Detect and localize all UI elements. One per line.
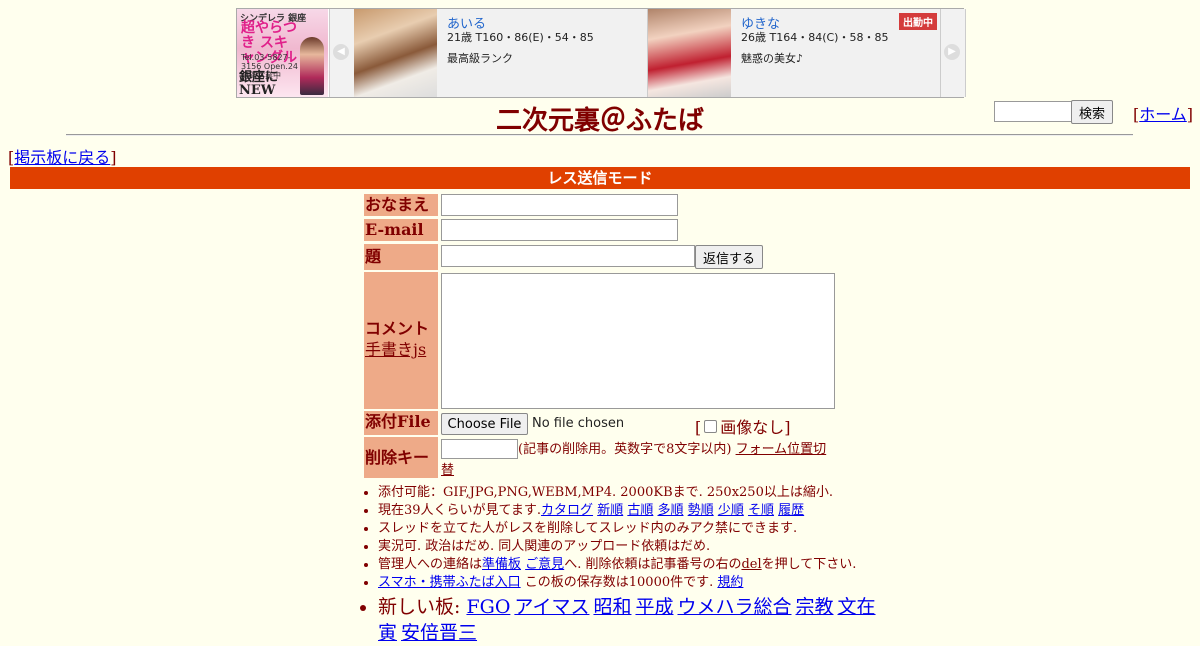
note-item: 実況可. 政治はだめ. 同人関連のアップロード依頼はだめ. [378, 538, 898, 556]
note-contact-prefix: 管理人への連絡は [378, 557, 483, 572]
back-to-board-link[interactable]: 掲示板に戻る [14, 148, 110, 167]
form-position-link-wrap: 替 [441, 459, 454, 478]
girl-comment: 最高級ランク [447, 52, 513, 65]
board-link-heisei[interactable]: 平成 [635, 596, 673, 618]
header-divider [66, 134, 1133, 136]
mode-bar: レス送信モード [10, 167, 1190, 189]
sort-many-link[interactable]: 多順 [658, 503, 684, 518]
ad-next-button[interactable]: ▶ [940, 9, 966, 97]
girl-photo [354, 9, 437, 97]
note-item: スレッドを立てた人がレスを削除してスレッド内のみアク禁にできます. [378, 520, 898, 538]
ad-shop-line4: 銀座に NEW OPEN [239, 70, 279, 97]
note-item-new-boards: 新しい板: FGOアイマス昭和平成ウメハラ総合宗教文在寅安倍晋三 [378, 594, 898, 646]
name-label: おなまえ [364, 194, 438, 216]
board-link-imas[interactable]: アイマス [514, 596, 589, 618]
comment-textarea[interactable] [441, 273, 835, 409]
search-input[interactable] [994, 101, 1073, 122]
no-image-checkbox[interactable] [704, 420, 718, 433]
email-input[interactable] [441, 219, 678, 241]
note-item: 管理人への連絡は準備板 ご意見へ. 削除依頼は記事番号の右のdelを押して下さい… [378, 556, 898, 574]
comment-label-text: コメント [365, 319, 430, 338]
board-link-abe[interactable]: 安倍晋三 [401, 622, 477, 644]
prep-board-link[interactable]: 準備板 [482, 557, 521, 572]
del-link[interactable]: del [741, 557, 761, 572]
note-attach: 添付可能：GIF,JPG,PNG,WEBM,MP4. 2000KBまで. 250… [378, 485, 833, 500]
ad-shop-figure [300, 37, 324, 95]
note-item: 現在39人くらいが見てます.カタログ 新順 古順 多順 勢順 少順 そ順 履歴 [378, 502, 898, 520]
opinion-link[interactable]: ご意見 [525, 557, 564, 572]
sort-old-link[interactable]: 古順 [627, 503, 653, 518]
note-item: スマホ・携帯ふたば入口 この板の保存数は10000件です. 規約 [378, 574, 898, 592]
girl-comment: 魅惑の美女♪ [741, 52, 804, 65]
handwriting-link[interactable]: 手書きjs [365, 340, 426, 359]
board-link-showa[interactable]: 昭和 [593, 596, 631, 618]
notes-list: 添付可能：GIF,JPG,PNG,WEBM,MP4. 2000KBまで. 250… [362, 484, 898, 646]
file-status: No file chosen [532, 416, 625, 431]
note-thread-ban: スレッドを立てた人がレスを削除してスレッド内のみアク禁にできます. [378, 521, 798, 536]
email-label: E-mail [364, 219, 438, 241]
reply-button[interactable]: 返信する [695, 245, 763, 269]
choose-file-button[interactable]: Choose File [441, 413, 528, 435]
search-button[interactable]: 検索 [1071, 100, 1113, 124]
subject-label: 題名 [364, 244, 438, 292]
no-image-label[interactable]: 画像なし [720, 418, 784, 437]
file-label: 添付File [364, 411, 438, 435]
catalog-link[interactable]: カタログ [541, 503, 593, 518]
subject-input[interactable] [441, 245, 695, 267]
sort-new-link[interactable]: 新順 [597, 503, 623, 518]
comment-label: コメント 手書きjs [364, 272, 438, 409]
home-link[interactable]: ホーム [1139, 105, 1187, 124]
on-duty-badge: 出勤中 [899, 13, 937, 30]
form-position-link-cont[interactable]: 替 [441, 463, 454, 478]
form-position-link[interactable]: フォーム位置切 [736, 442, 827, 457]
home-link-wrap: [ホーム] [1133, 105, 1194, 124]
delete-key-input[interactable] [441, 439, 518, 459]
board-link-umehara[interactable]: ウメハラ総合 [677, 596, 791, 618]
note-item: 添付可能：GIF,JPG,PNG,WEBM,MP4. 2000KBまで. 250… [378, 484, 898, 502]
chevron-left-icon: ◀ [333, 44, 349, 60]
mobile-entry-link[interactable]: スマホ・携帯ふたば入口 [378, 575, 521, 590]
delete-key-help: (記事の削除用。英数字で8文字以内) [518, 442, 732, 457]
ad-banner[interactable]: シンデレラ 銀座 超やらつき スキャンダル Tel.03-5827-3156 O… [236, 8, 966, 98]
no-image-option: [画像なし] [695, 418, 791, 437]
ad-prev-button[interactable]: ◀ [329, 9, 355, 97]
sort-few-link[interactable]: 少順 [718, 503, 744, 518]
delete-key-label: 削除キー [364, 437, 438, 478]
name-input[interactable] [441, 194, 678, 216]
new-boards-label: 新しい板: [378, 596, 461, 618]
girl-stats: 26歳 T164・84(C)・58・85 [741, 31, 889, 44]
ad-girl-card[interactable]: ゆきな 26歳 T164・84(C)・58・85 魅惑の美女♪ 出勤中 [648, 9, 942, 97]
girl-photo [648, 9, 731, 97]
note-contact-suffix: を押して下さい. [761, 557, 857, 572]
delete-key-note: (記事の削除用。英数字で8文字以内) フォーム位置切 [518, 441, 828, 459]
note-archive: この板の保存数は10000件です. [520, 575, 714, 590]
board-link-religion[interactable]: 宗教 [796, 596, 834, 618]
note-contact-mid: へ. 削除依頼は記事番号の右の [564, 557, 742, 572]
ad-shop-image[interactable]: シンデレラ 銀座 超やらつき スキャンダル Tel.03-5827-3156 O… [237, 9, 328, 97]
history-link[interactable]: 履歴 [778, 503, 804, 518]
sort-so-link[interactable]: そ順 [748, 503, 774, 518]
board-link-fgo[interactable]: FGO [466, 596, 510, 618]
ad-girl-card[interactable]: あいる 21歳 T160・86(E)・54・85 最高級ランク [354, 9, 648, 97]
girl-stats: 21歳 T160・86(E)・54・85 [447, 31, 594, 44]
sort-momentum-link[interactable]: 勢順 [688, 503, 714, 518]
back-link-wrap: [掲示板に戻る] [8, 148, 117, 167]
note-viewers: 現在39人くらいが見てます. [378, 503, 542, 518]
note-rules: 実況可. 政治はだめ. 同人関連のアップロード依頼はだめ. [378, 539, 711, 554]
terms-link[interactable]: 規約 [717, 575, 743, 590]
chevron-right-icon: ▶ [944, 44, 960, 60]
